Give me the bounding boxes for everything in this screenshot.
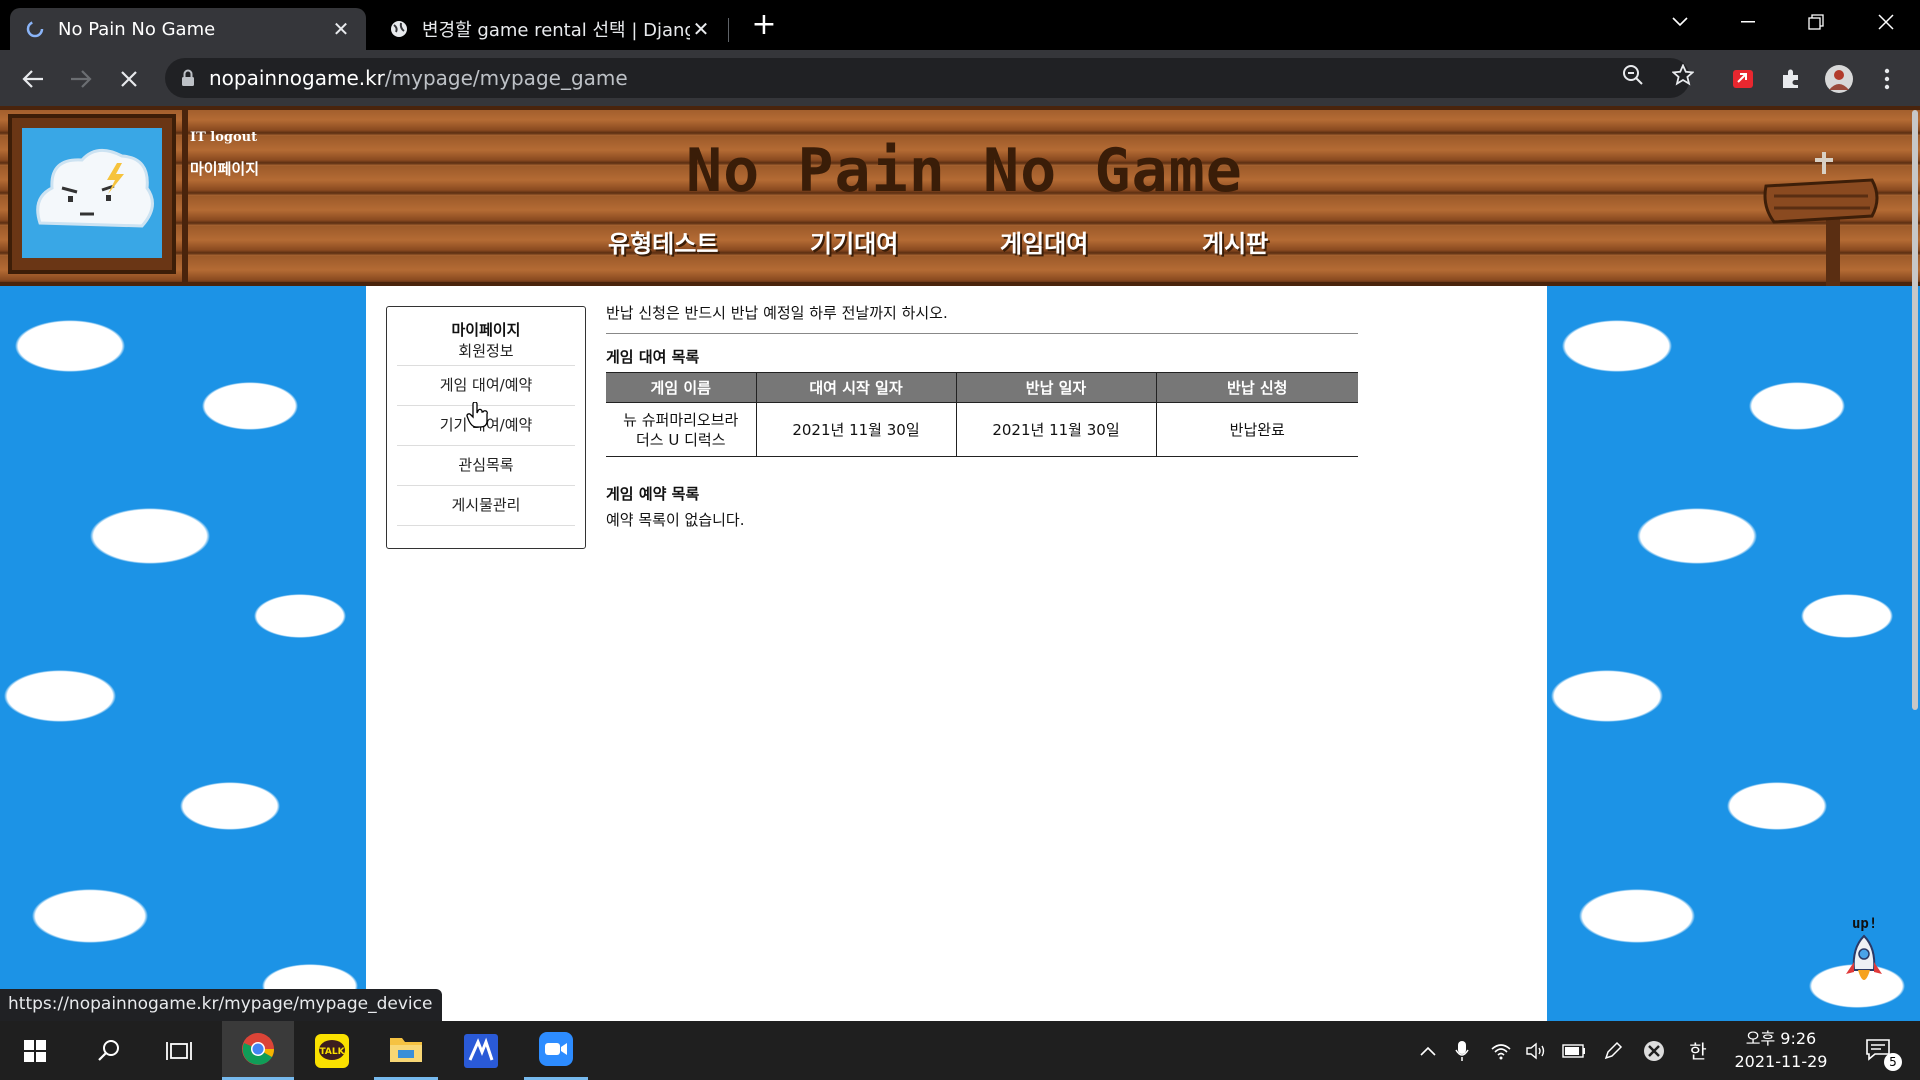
up-label: up! xyxy=(1852,916,1878,932)
microphone-icon[interactable] xyxy=(1448,1021,1476,1080)
battery-icon[interactable] xyxy=(1558,1021,1590,1080)
cell-return-status: 반납완료 xyxy=(1155,402,1358,457)
col-return-request: 반납 신청 xyxy=(1155,372,1358,403)
svg-text:TALK: TALK xyxy=(319,1047,345,1057)
return-notice: 반납 신청은 반드시 반납 예정일 하루 전날까지 하시오. xyxy=(606,302,1358,334)
tab-separator xyxy=(728,18,729,42)
task-view-icon[interactable] xyxy=(148,1021,210,1080)
profile-avatar[interactable] xyxy=(1822,62,1856,96)
ime-indicator[interactable]: 한 xyxy=(1684,1021,1712,1080)
header-divider xyxy=(182,106,188,286)
tab-title: 변경할 game rental 선택 | Django xyxy=(422,20,690,41)
game-name-line: 뉴 슈퍼마리오브라 xyxy=(623,410,739,429)
url-text: nopainnogame.kr/mypage/mypage_game xyxy=(209,66,628,90)
wifi-icon[interactable] xyxy=(1486,1021,1516,1080)
chrome-taskbar-icon[interactable] xyxy=(222,1021,294,1080)
web-page: IT logout 마이페이지 No Pain No Game 유형테스트 기기… xyxy=(0,106,1920,1021)
clock-date: 2021-11-29 xyxy=(1734,1052,1828,1071)
browser-menu-icon[interactable] xyxy=(1870,62,1904,96)
cell-game-name: 뉴 슈퍼마리오브라 더스 U 디럭스 xyxy=(606,402,757,457)
kakaotalk-taskbar-icon[interactable]: TALK xyxy=(300,1021,364,1080)
game-name-line: 더스 U 디럭스 xyxy=(635,430,726,449)
bookmark-star-icon[interactable] xyxy=(1666,58,1700,92)
nav-device-rental[interactable]: 기기대여 xyxy=(810,224,898,259)
nav-game-rental[interactable]: 게임대여 xyxy=(1000,224,1088,259)
content-area: 마이페이지 회원정보 게임 대여/예약 기기 대여/예약 관심목록 게시물관리 … xyxy=(366,286,1547,1021)
nav-type-test[interactable]: 유형테스트 xyxy=(608,224,718,259)
col-game-name: 게임 이름 xyxy=(606,372,757,403)
notification-count-badge: 5 xyxy=(1884,1053,1902,1071)
zoom-taskbar-icon[interactable] xyxy=(524,1021,588,1080)
forward-icon[interactable] xyxy=(64,62,98,96)
address-bar[interactable]: nopainnogame.kr/mypage/mypage_game xyxy=(165,58,1690,98)
sidebar-item-game-rental[interactable]: 게임 대여/예약 xyxy=(397,366,575,406)
reservation-list-title: 게임 예약 목록 xyxy=(606,485,700,503)
site-logo[interactable] xyxy=(8,114,176,274)
url-host: nopainnogame.kr xyxy=(209,66,385,90)
rental-list-title: 게임 대여 목록 xyxy=(606,348,700,366)
browser-tabbar: No Pain No Game ✕ 변경할 game rental 선택 | D… xyxy=(0,0,1920,50)
rental-table: 게임 이름 대여 시작 일자 반납 일자 반납 신청 뉴 슈퍼마리오브라 더스 … xyxy=(606,372,1358,457)
cell-return-date: 2021년 11월 30일 xyxy=(955,402,1157,457)
tab-close-icon[interactable]: ✕ xyxy=(690,17,712,41)
extensions-puzzle-icon[interactable] xyxy=(1774,62,1808,96)
browser-toolbar: nopainnogame.kr/mypage/mypage_game xyxy=(0,50,1920,106)
user-logout-link[interactable]: IT logout xyxy=(190,130,257,145)
tray-expand-icon[interactable] xyxy=(1414,1021,1442,1080)
tab-close-icon[interactable]: ✕ xyxy=(330,17,352,41)
url-path: /mypage/mypage_game xyxy=(384,66,628,90)
sidebar-item-member-info[interactable]: 회원정보 xyxy=(397,340,575,366)
notification-center-icon[interactable]: 5 xyxy=(1856,1021,1904,1080)
lock-icon[interactable] xyxy=(179,68,197,88)
sidebar-title: 마이페이지 xyxy=(451,321,521,339)
cloud-mascot-icon xyxy=(22,128,162,258)
globe-favicon-icon xyxy=(388,18,410,40)
pen-icon[interactable] xyxy=(1598,1021,1628,1080)
tab-search-icon[interactable] xyxy=(1650,0,1710,44)
new-tab-button[interactable]: + xyxy=(748,8,780,42)
col-start-date: 대여 시작 일자 xyxy=(755,372,957,403)
clock-time: 오후 9:26 xyxy=(1745,1029,1817,1048)
hand-cursor-icon xyxy=(466,401,488,432)
error-circle-icon[interactable] xyxy=(1640,1021,1668,1080)
cell-start-date: 2021년 11월 30일 xyxy=(755,402,957,457)
table-header-row: 게임 이름 대여 시작 일자 반납 일자 반납 신청 xyxy=(606,372,1358,403)
site-title[interactable]: No Pain No Game xyxy=(686,136,1243,206)
stop-loading-icon[interactable] xyxy=(112,62,146,96)
sidebar-item-post-management[interactable]: 게시물관리 xyxy=(397,486,575,526)
file-explorer-taskbar-icon[interactable] xyxy=(374,1021,438,1080)
main-panel: 반납 신청은 반드시 반납 예정일 하루 전날까지 하시오. 게임 대여 목록 … xyxy=(606,302,1358,530)
back-icon[interactable] xyxy=(16,62,50,96)
mathtype-taskbar-icon[interactable] xyxy=(448,1021,514,1080)
reservation-empty-message: 예약 목록이 없습니다. xyxy=(606,511,745,529)
close-window-icon[interactable] xyxy=(1856,0,1916,44)
zoom-icon[interactable] xyxy=(1616,58,1650,92)
volume-icon[interactable] xyxy=(1522,1021,1552,1080)
sidebar-item-wishlist[interactable]: 관심목록 xyxy=(397,446,575,486)
nav-board[interactable]: 게시판 xyxy=(1202,224,1268,259)
search-icon[interactable] xyxy=(78,1021,140,1080)
minimize-icon[interactable] xyxy=(1718,0,1778,44)
system-clock[interactable]: 오후 9:26 2021-11-29 xyxy=(1716,1027,1846,1073)
loading-favicon-icon xyxy=(24,18,46,40)
windows-start-icon[interactable] xyxy=(4,1021,66,1080)
scrollbar-thumb[interactable] xyxy=(1912,110,1918,710)
restore-icon[interactable] xyxy=(1786,0,1846,44)
tab-django-admin[interactable]: 변경할 game rental 선택 | Django ✕ xyxy=(374,8,726,50)
tab-title: No Pain No Game xyxy=(58,18,216,40)
mypage-link[interactable]: 마이페이지 xyxy=(190,158,259,179)
scroll-up-rocket-button[interactable]: up! xyxy=(1842,910,1892,990)
cloud-background-left xyxy=(0,286,366,1021)
link-status-url: https://nopainnogame.kr/mypage/mypage_de… xyxy=(0,989,443,1021)
pdf-extension-icon[interactable] xyxy=(1726,62,1760,96)
windows-taskbar: TALK 한 오후 9:26 2021-11-29 5 xyxy=(0,1021,1920,1080)
col-return-date: 반납 일자 xyxy=(955,372,1157,403)
wooden-signpost-icon xyxy=(1760,146,1890,286)
table-row: 뉴 슈퍼마리오브라 더스 U 디럭스 2021년 11월 30일 2021년 1… xyxy=(606,402,1358,457)
tab-no-pain-no-game[interactable]: No Pain No Game ✕ xyxy=(10,8,366,50)
